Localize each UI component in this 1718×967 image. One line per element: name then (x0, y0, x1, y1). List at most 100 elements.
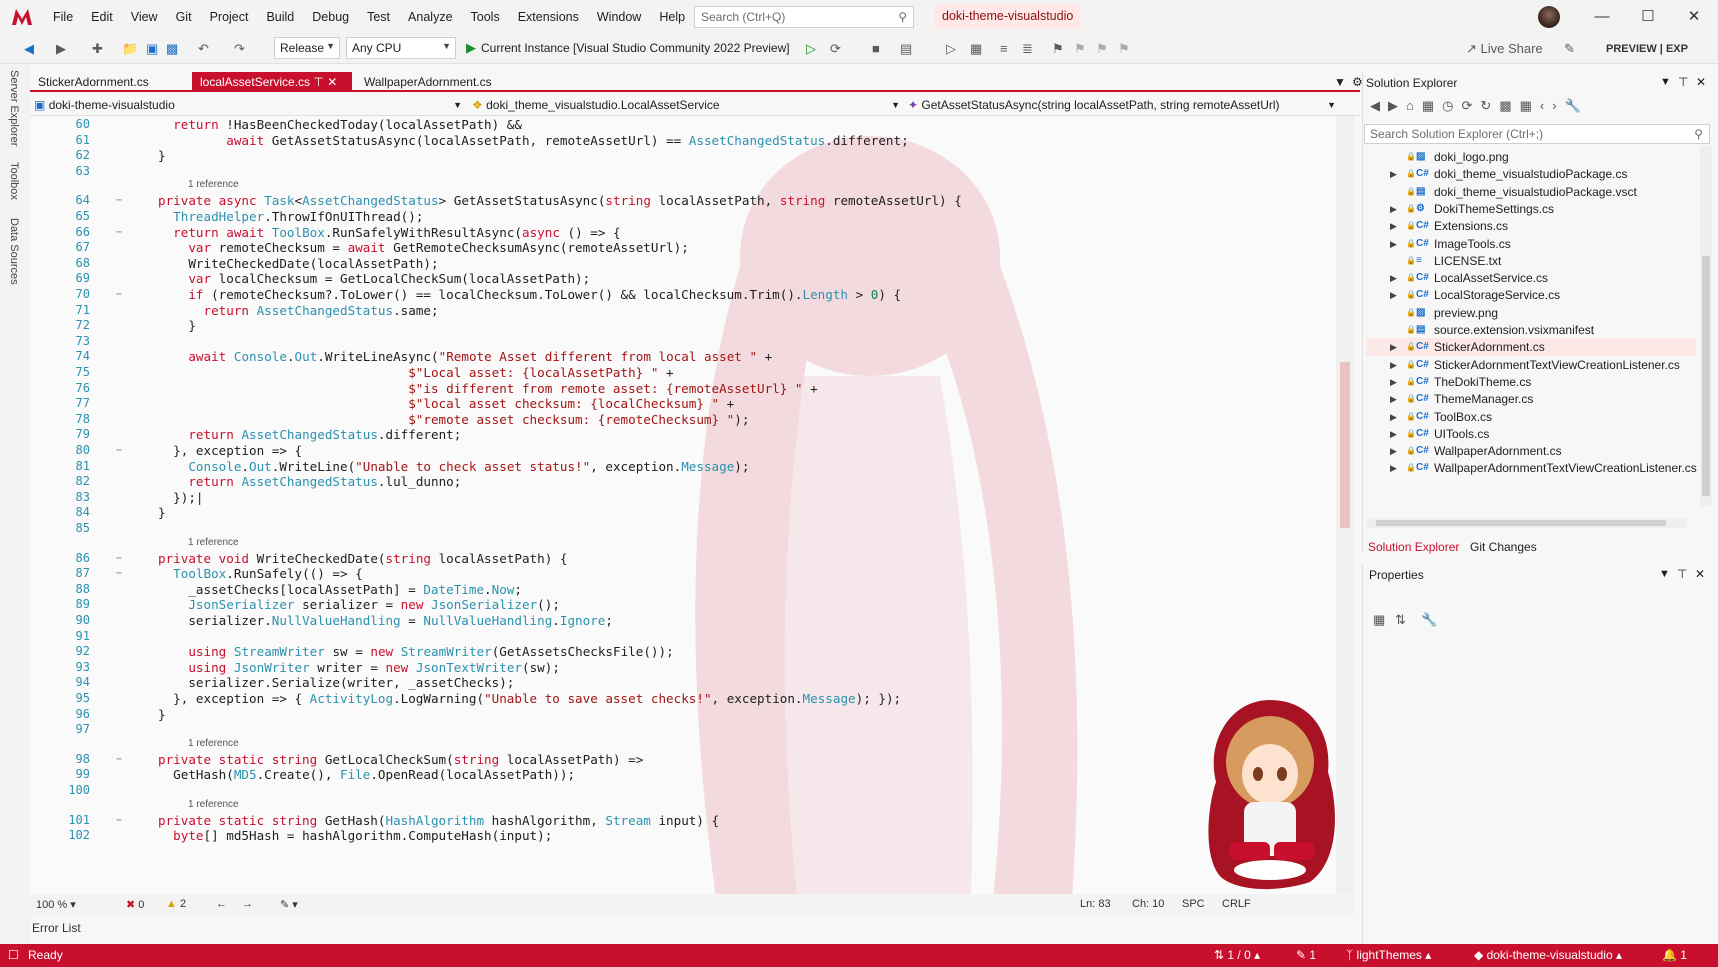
history-icon[interactable]: ◷ (1442, 98, 1461, 113)
code-line[interactable]: 74 await Console.Out.WriteLineAsync("Rem… (30, 348, 1330, 365)
column-indicator[interactable]: Ch: 10 (1132, 898, 1164, 910)
member-dropdown[interactable]: ✦ GetAssetStatusAsync(string localAssetP… (908, 96, 1338, 114)
solution-item[interactable]: ▶ 🔒 C# WallpaperAdornment.cs (1366, 442, 1696, 460)
search-input[interactable]: Search (Ctrl+Q) ⚲ (694, 6, 914, 28)
menu-build[interactable]: Build (257, 10, 303, 24)
whitespace-indicator[interactable]: SPC (1182, 898, 1205, 910)
expand-arrow-icon[interactable]: ▶ (1390, 425, 1397, 443)
menu-window[interactable]: Window (588, 10, 650, 24)
preview-badge[interactable]: PREVIEW | EXP (1606, 38, 1688, 60)
toolbox-tab[interactable]: Toolbox (8, 162, 20, 200)
expand-arrow-icon[interactable]: ▶ (1390, 373, 1397, 391)
code-line[interactable]: 66 − return await ToolBox.RunSafelyWithRe… (30, 224, 1330, 241)
code-line[interactable]: 68 WriteCheckedDate(localAssetPath); (30, 255, 1330, 272)
back-icon[interactable]: ◀ (24, 38, 34, 60)
code-line[interactable]: 88 _assetChecks[localAssetPath] = DateTi… (30, 581, 1330, 598)
code-line[interactable]: 77 $"local asset checksum: {localChecksu… (30, 395, 1330, 412)
collapse-all-icon[interactable]: ▩ (1499, 98, 1519, 113)
tab-local-asset-service[interactable]: localAssetService.cs ⊤ ✕ (192, 72, 352, 92)
solution-item[interactable]: ▶ 🔒 C# StickerAdornmentTextViewCreationList… (1366, 356, 1696, 374)
cleanup-icon[interactable]: ✎ ▾ (280, 898, 298, 911)
code-line[interactable]: 96} (30, 706, 1330, 723)
expand-arrow-icon[interactable]: ▶ (1390, 356, 1397, 374)
solution-item[interactable]: ▶ 🔒 C# LocalAssetService.cs (1366, 269, 1696, 287)
new-project-icon[interactable]: ✚ (92, 38, 103, 60)
menu-test[interactable]: Test (358, 10, 399, 24)
minimize-icon[interactable]: — (1580, 4, 1624, 30)
menu-help[interactable]: Help (650, 10, 694, 24)
menu-extensions[interactable]: Extensions (509, 10, 588, 24)
solution-item[interactable]: ▶ 🔒 C# ImageTools.cs (1366, 235, 1696, 253)
line-indicator[interactable]: Ln: 83 (1080, 898, 1111, 910)
code-line[interactable]: 100 (30, 782, 1330, 799)
bookmark-clear-icon[interactable]: ⚑ (1118, 38, 1130, 60)
start-debugging-button[interactable]: ▶ Current Instance [Visual Studio Communi… (466, 37, 790, 59)
code-line[interactable]: 72 } (30, 317, 1330, 334)
expand-arrow-icon[interactable]: ▶ (1390, 459, 1397, 477)
code-line[interactable]: 98 − private static string GetLocalCheckSu… (30, 751, 1330, 768)
expand-arrow-icon[interactable]: ▶ (1390, 235, 1397, 253)
code-line[interactable]: 78 $"remote asset checksum: {remoteCheck… (30, 411, 1330, 428)
toolbar-icon-2[interactable]: ▤ (900, 38, 912, 60)
show-all-icon[interactable]: ▦ (1520, 98, 1540, 113)
notifications-indicator[interactable]: 🔔 1 (1662, 948, 1687, 962)
maximize-icon[interactable]: ☐ (1626, 4, 1670, 30)
close-icon[interactable]: ✕ (1672, 4, 1716, 30)
project-dropdown[interactable]: ▣ doki-theme-visualstudio ▼ (34, 96, 464, 114)
code-view-icon[interactable]: ‹› (1540, 98, 1565, 113)
forward-icon[interactable]: ▶ (56, 38, 66, 60)
line-ending-indicator[interactable]: CRLF (1222, 898, 1251, 910)
toolbar-icon-3[interactable]: ▷ (946, 38, 956, 60)
feedback-icon[interactable]: ✎ (1564, 38, 1575, 60)
code-line[interactable]: 101 − private static string GetHash(HashAl… (30, 812, 1330, 829)
code-line[interactable]: 71 return AssetChangedStatus.same; (30, 302, 1330, 319)
code-line[interactable]: 65 ThreadHelper.ThrowIfOnUIThread(); (30, 208, 1330, 225)
nav-forward-icon[interactable]: → (242, 898, 253, 910)
code-line[interactable]: 63 (30, 163, 1330, 180)
menu-analyze[interactable]: Analyze (399, 10, 461, 24)
menu-edit[interactable]: Edit (82, 10, 122, 24)
code-line[interactable]: 76 $"is different from remote asset: {re… (30, 380, 1330, 397)
code-line[interactable]: 73 (30, 333, 1330, 350)
solution-item[interactable]: 🔒 ▨ preview.png (1366, 304, 1696, 322)
code-line[interactable]: 67 var remoteChecksum = await GetRemoteC… (30, 239, 1330, 256)
menu-tools[interactable]: Tools (462, 10, 509, 24)
fold-toggle-icon[interactable]: − (116, 286, 122, 303)
code-line[interactable]: 95 }, exception => { ActivityLog.LogWarn… (30, 690, 1330, 707)
code-line[interactable]: 90 serializer.NullValueHandling = NullVa… (30, 612, 1330, 629)
open-folder-icon[interactable]: 📁 (122, 38, 138, 60)
code-line[interactable]: 85 (30, 520, 1330, 537)
tab-solution-explorer[interactable]: Solution Explorer (1368, 540, 1459, 554)
pin-icon[interactable]: ⊤ (1677, 567, 1687, 581)
solution-item[interactable]: 🔒 ▤ source.extension.vsixmanifest (1366, 321, 1696, 339)
tree-scrollbar[interactable] (1700, 146, 1712, 506)
error-list-tab[interactable]: Error List (30, 918, 83, 938)
codelens-references[interactable]: 1 reference (188, 537, 239, 550)
home-icon[interactable]: ⌂ (1406, 98, 1422, 113)
start-without-debugging-icon[interactable]: ▷ (806, 38, 816, 60)
expand-arrow-icon[interactable]: ▶ (1390, 338, 1397, 356)
indent-icon[interactable]: ≣ (1022, 38, 1033, 60)
code-line[interactable]: 81 Console.Out.WriteLine("Unable to chec… (30, 458, 1330, 475)
scrollbar-thumb[interactable] (1340, 362, 1350, 528)
expand-arrow-icon[interactable]: ▶ (1390, 200, 1397, 218)
code-line[interactable]: 89 JsonSerializer serializer = new JsonS… (30, 596, 1330, 613)
code-line[interactable]: 91 (30, 628, 1330, 645)
fold-toggle-icon[interactable]: − (116, 751, 122, 768)
nav-back-icon[interactable]: ← (216, 898, 227, 910)
panel-menu-icon[interactable]: ▼ (1660, 76, 1671, 88)
code-line[interactable]: 70 − if (remoteChecksum?.ToLower() == loc… (30, 286, 1330, 303)
code-line[interactable]: 79 return AssetChangedStatus.different; (30, 426, 1330, 443)
switch-views-icon[interactable]: ▦ (1422, 98, 1442, 113)
tab-wallpaper-adornment[interactable]: WallpaperAdornment.cs (356, 72, 526, 92)
close-panel-icon[interactable]: ✕ (1695, 567, 1705, 581)
code-line[interactable]: 69 var localChecksum = GetLocalCheckSum(… (30, 270, 1330, 287)
redo-icon[interactable]: ↷ (234, 38, 245, 60)
tab-sticker-adornment[interactable]: StickerAdornment.cs (30, 72, 184, 92)
pin-icon[interactable]: ⊤ (313, 75, 323, 89)
type-dropdown[interactable]: ❖ doki_theme_visualstudio.LocalAssetServ… (472, 96, 902, 114)
menu-project[interactable]: Project (201, 10, 258, 24)
sync-icon[interactable]: ⟳ (1462, 98, 1481, 113)
save-all-icon[interactable]: ▩ (166, 38, 178, 60)
back-icon[interactable]: ◀ (1370, 98, 1388, 113)
